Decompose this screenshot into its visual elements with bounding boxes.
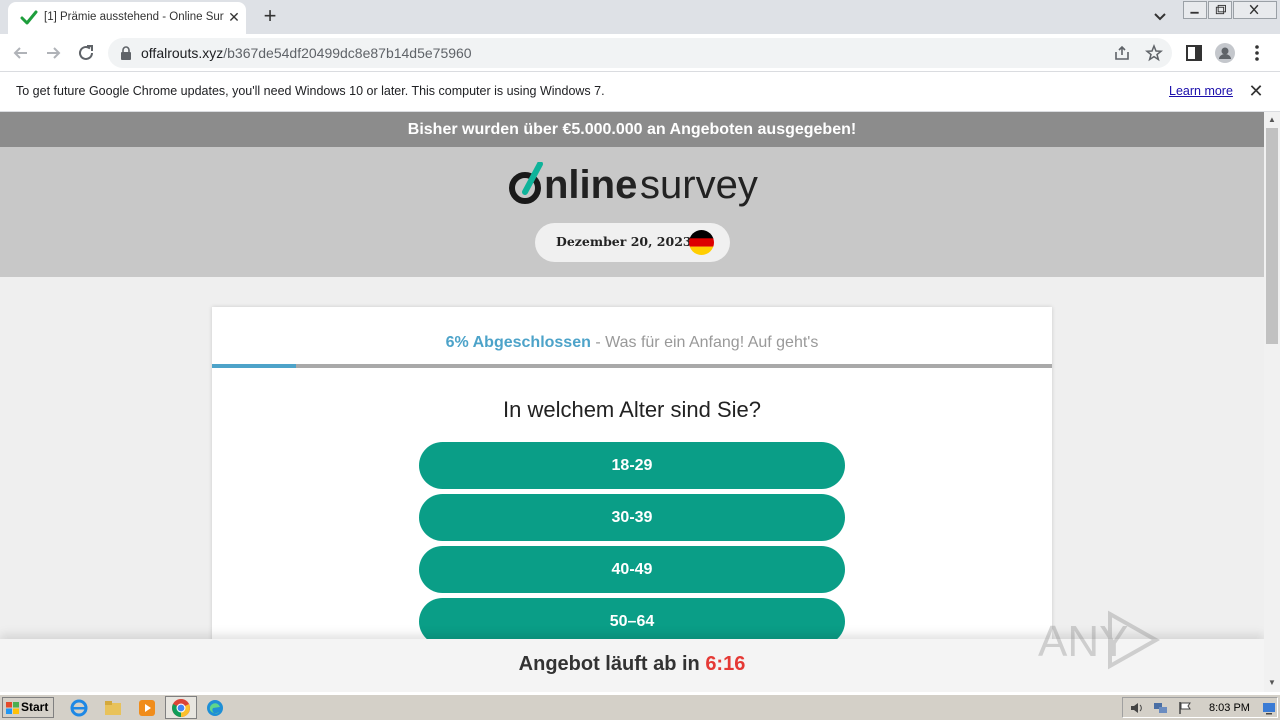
svg-text:ANY: ANY bbox=[1038, 617, 1128, 666]
answer-button-40-49[interactable]: 40-49 bbox=[419, 546, 845, 593]
start-label: Start bbox=[21, 700, 49, 714]
profile-avatar-icon[interactable] bbox=[1215, 43, 1235, 63]
answer-button-50-64[interactable]: 50–64 bbox=[419, 598, 845, 645]
answer-button-30-39[interactable]: 30-39 bbox=[419, 494, 845, 541]
promo-banner: Bisher wurden über €5.000.000 an Angebot… bbox=[0, 112, 1264, 147]
online-survey-logo: nline survey bbox=[508, 159, 758, 215]
share-icon[interactable] bbox=[1113, 44, 1131, 62]
bookmark-star-icon[interactable] bbox=[1145, 44, 1163, 62]
progress-bar-fill bbox=[212, 364, 296, 368]
new-tab-button[interactable]: + bbox=[258, 5, 282, 29]
tab-close-icon[interactable]: ✕ bbox=[226, 9, 242, 25]
infobar-close-icon[interactable]: ✕ bbox=[1246, 81, 1266, 101]
show-desktop-icon[interactable] bbox=[1261, 700, 1277, 716]
windows-taskbar: Start 8:03 PM bbox=[0, 694, 1280, 720]
system-tray: 8:03 PM bbox=[1122, 697, 1278, 718]
german-flag-icon bbox=[689, 230, 714, 255]
lock-icon[interactable] bbox=[120, 46, 132, 60]
answer-button-18-29[interactable]: 18-29 bbox=[419, 442, 845, 489]
forward-arrow-icon[interactable] bbox=[42, 42, 64, 64]
checkmark-icon bbox=[20, 10, 38, 25]
scrollbar-thumb[interactable] bbox=[1266, 128, 1278, 344]
scroll-up-icon[interactable]: ▲ bbox=[1267, 115, 1277, 125]
date-badge: Dezember 20, 2023 bbox=[535, 223, 730, 262]
file-explorer-icon[interactable] bbox=[103, 698, 123, 718]
start-button[interactable]: Start bbox=[2, 697, 54, 718]
question-title: In welchem Alter sind Sie? bbox=[502, 397, 762, 422]
internet-explorer-icon[interactable] bbox=[69, 698, 89, 718]
chrome-taskbar-button[interactable] bbox=[165, 696, 197, 719]
date-text: Dezember 20, 2023 bbox=[556, 234, 692, 249]
browser-tab[interactable]: [1] Prämie ausstehend - Online Survey ✕ bbox=[8, 2, 246, 34]
edge-icon[interactable] bbox=[205, 698, 225, 718]
tab-strip: [1] Prämie ausstehend - Online Survey ✕ … bbox=[0, 0, 1280, 34]
back-arrow-icon[interactable] bbox=[10, 42, 32, 64]
network-icon[interactable] bbox=[1153, 700, 1169, 716]
anyrun-watermark: ANY bbox=[1038, 610, 1161, 670]
update-infobar: To get future Google Chrome updates, you… bbox=[0, 72, 1280, 112]
scroll-down-icon[interactable]: ▼ bbox=[1267, 678, 1277, 688]
infobar-message: To get future Google Chrome updates, you… bbox=[16, 84, 605, 98]
page-viewport: Bisher wurden über €5.000.000 an Angebot… bbox=[0, 112, 1264, 692]
window-close-button[interactable] bbox=[1233, 1, 1277, 19]
windows-logo-icon bbox=[6, 702, 19, 714]
reload-icon[interactable] bbox=[75, 42, 97, 64]
taskbar-clock[interactable]: 8:03 PM bbox=[1209, 702, 1250, 714]
progress-label: 6% Abgeschlossen - Was für ein Anfang! A… bbox=[212, 334, 1052, 352]
browser-toolbar: offalrouts.xyz/b367de54df20499dc8e87b14d… bbox=[0, 34, 1280, 72]
minimize-button[interactable] bbox=[1183, 1, 1207, 19]
logo-word-online: nline bbox=[544, 163, 638, 207]
header-section: nline survey Dezember 20, 2023 bbox=[0, 147, 1264, 277]
progress-message: - Was für ein Anfang! Auf geht's bbox=[590, 334, 819, 351]
side-panel-icon[interactable] bbox=[1184, 43, 1204, 63]
volume-icon[interactable] bbox=[1129, 700, 1145, 716]
address-bar[interactable]: offalrouts.xyz/b367de54df20499dc8e87b14d… bbox=[108, 38, 1172, 68]
action-center-flag-icon[interactable] bbox=[1177, 700, 1193, 716]
chrome-icon bbox=[172, 699, 190, 717]
url-text[interactable]: offalrouts.xyz/b367de54df20499dc8e87b14d… bbox=[141, 45, 472, 61]
more-menu-icon[interactable] bbox=[1247, 43, 1267, 63]
media-player-icon[interactable] bbox=[137, 698, 157, 718]
learn-more-link[interactable]: Learn more bbox=[1169, 84, 1233, 98]
page-scrollbar[interactable]: ▲ ▼ bbox=[1264, 112, 1280, 692]
survey-card: 6% Abgeschlossen - Was für ein Anfang! A… bbox=[212, 307, 1052, 692]
progress-bar bbox=[212, 364, 1052, 368]
logo-word-survey: survey bbox=[640, 163, 758, 207]
progress-percent: 6% Abgeschlossen bbox=[445, 334, 591, 351]
restore-button[interactable] bbox=[1208, 1, 1232, 19]
countdown-timer: 6:16 bbox=[705, 653, 746, 675]
chevron-down-icon[interactable] bbox=[1150, 8, 1170, 26]
tab-title: [1] Prämie ausstehend - Online Survey bbox=[44, 11, 224, 23]
